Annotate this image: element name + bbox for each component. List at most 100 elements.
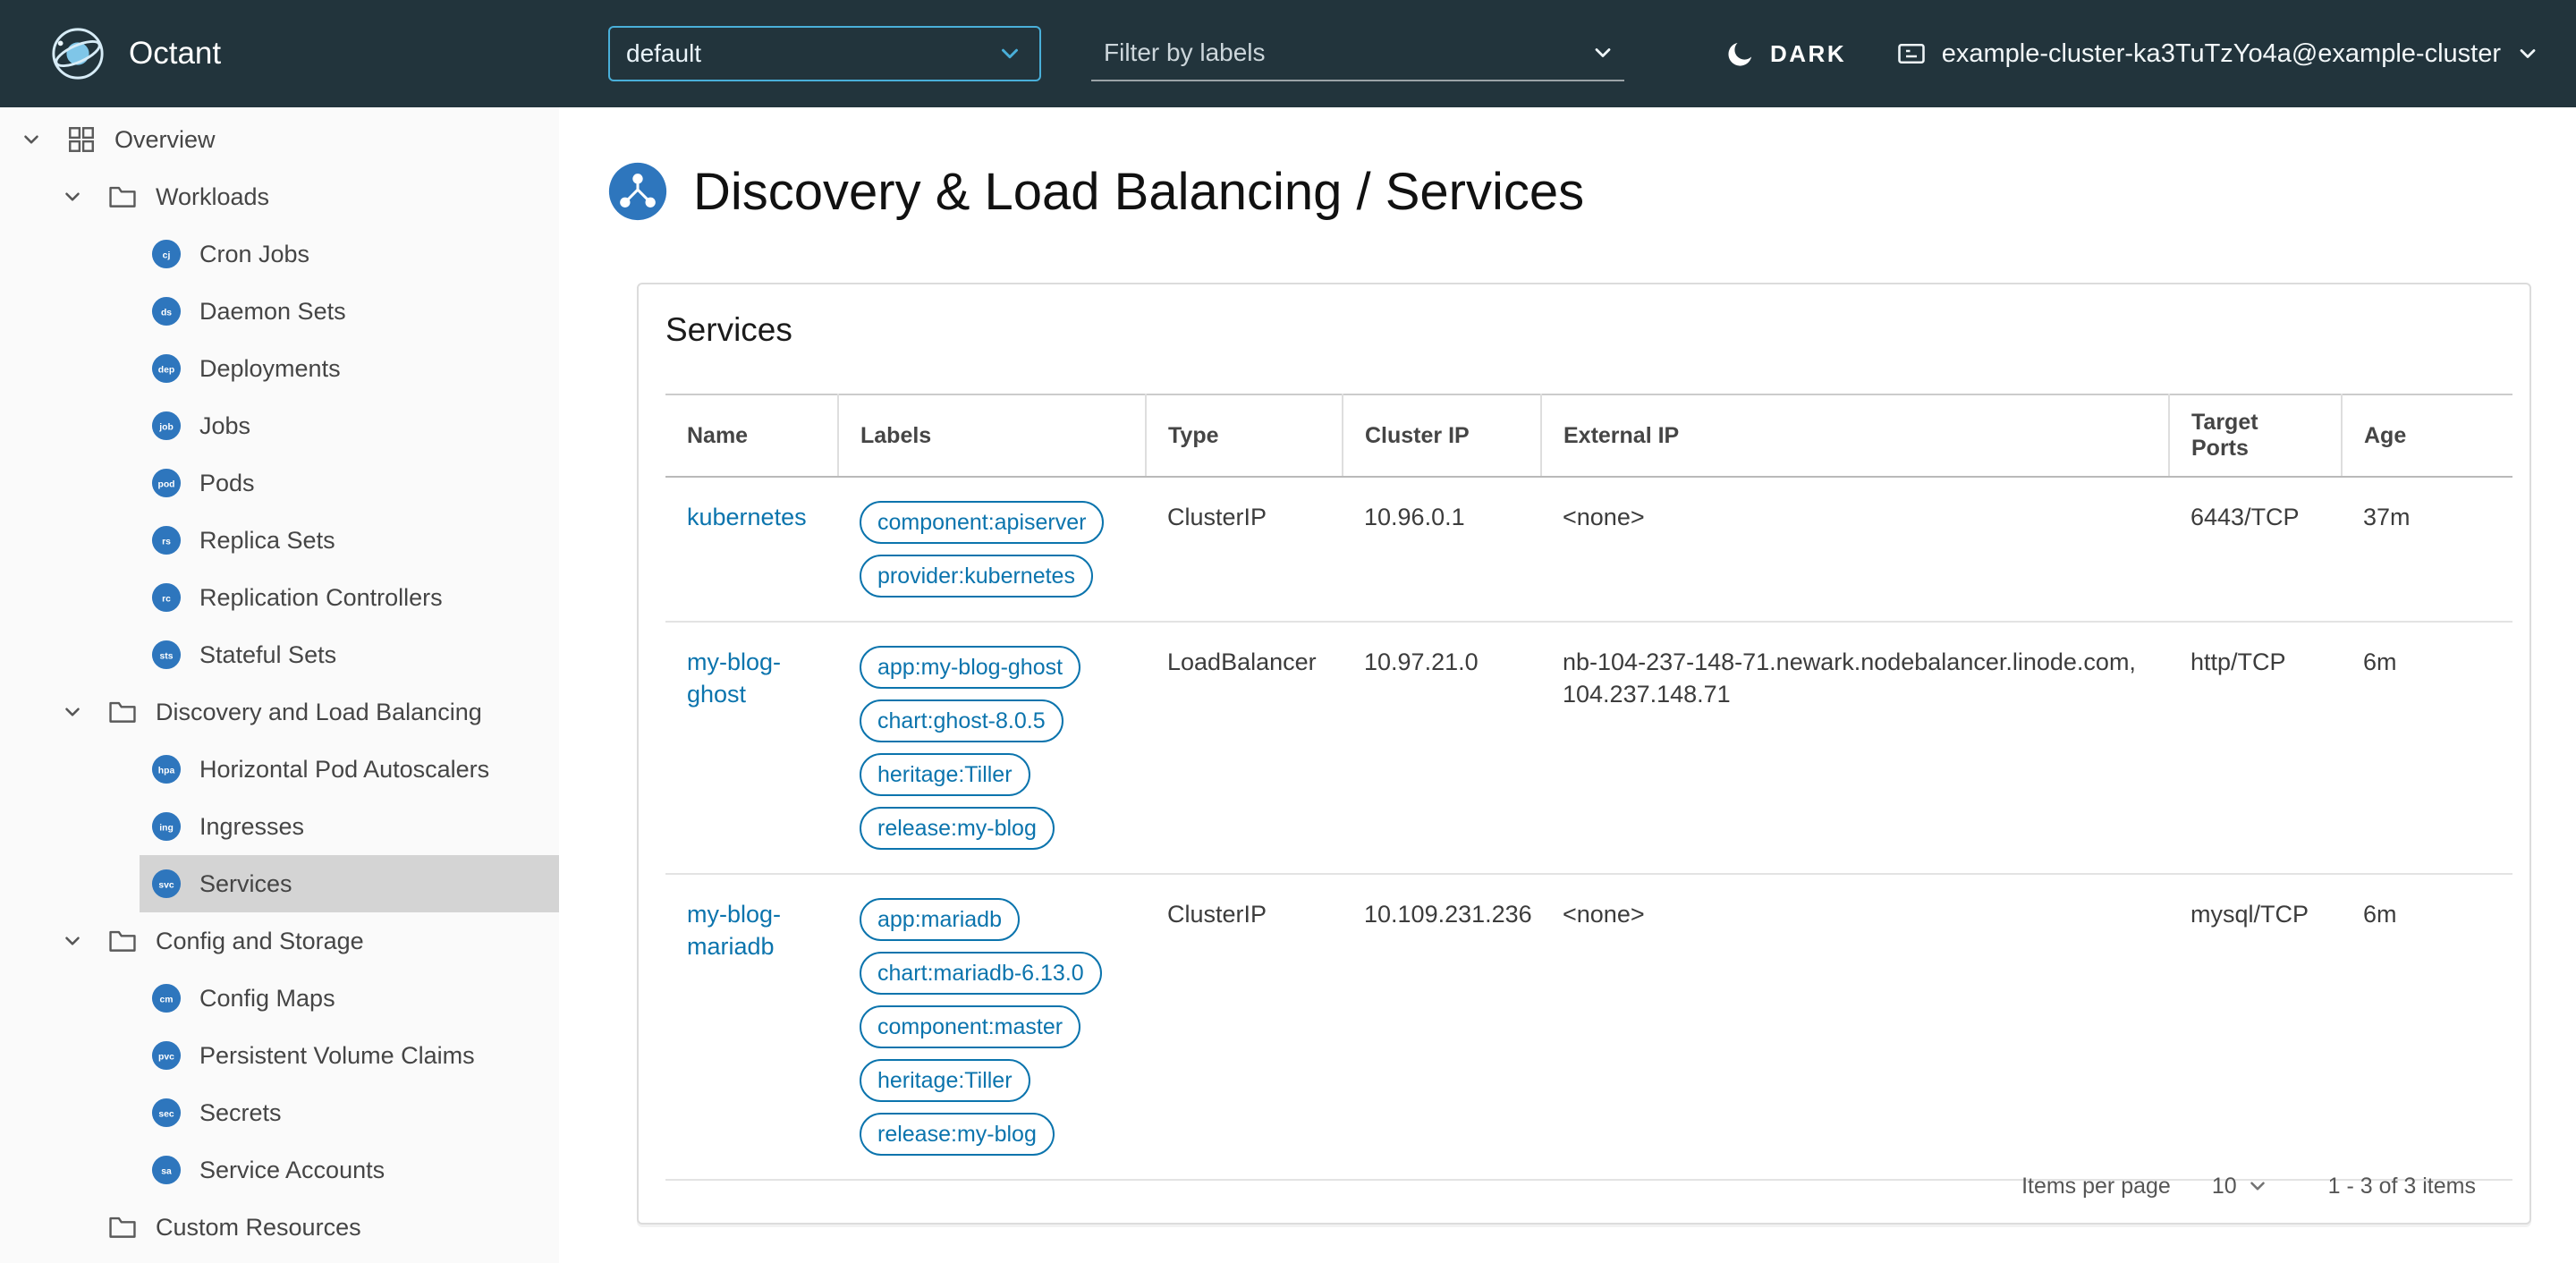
column-header-external-ip: External IP <box>1541 394 2170 478</box>
sidebar-section-label: Workloads <box>156 182 270 210</box>
dark-mode-toggle[interactable]: DARK <box>1725 0 1846 107</box>
chevron-down-icon <box>2515 41 2540 66</box>
svg-text:cj: cj <box>163 250 171 260</box>
sidebar-item-services[interactable]: svc Services <box>0 855 559 912</box>
stateful-sets-icon: sts <box>151 640 182 670</box>
brand: Octant <box>50 0 221 107</box>
sidebar-item-label: Replication Controllers <box>199 583 443 611</box>
services-icon: svc <box>151 869 182 899</box>
app-title: Octant <box>129 36 222 71</box>
sidebar-item-stateful-sets[interactable]: sts Stateful Sets <box>0 626 559 683</box>
services-table: Name Labels Type Cluster IP External IP … <box>665 394 2512 1181</box>
column-header-target-ports: Target Ports <box>2169 394 2343 478</box>
sidebar-item-label: Services <box>199 869 292 897</box>
chevron-down-icon[interactable] <box>61 185 84 208</box>
table-header-row: Name Labels Type Cluster IP External IP … <box>665 394 2512 478</box>
sidebar-item-pods[interactable]: pod Pods <box>0 454 559 512</box>
sidebar-item-label: Cron Jobs <box>199 240 310 267</box>
service-accounts-icon: sa <box>151 1155 182 1185</box>
svg-text:hpa: hpa <box>158 766 175 776</box>
label-pill[interactable]: chart:ghost-8.0.5 <box>860 699 1063 742</box>
sidebar-item-replication-controllers[interactable]: rc Replication Controllers <box>0 569 559 626</box>
sidebar-section-label: Discovery and Load Balancing <box>156 698 482 725</box>
target-ports-cell: http/TCP <box>2169 622 2342 875</box>
sidebar-item-horizontal-pod-autoscalers[interactable]: hpa Horizontal Pod Autoscalers <box>0 741 559 798</box>
label-pill[interactable]: chart:mariadb-6.13.0 <box>860 952 1102 995</box>
sidebar-section-workloads[interactable]: Workloads <box>0 168 559 225</box>
label-filter-input[interactable] <box>1104 38 1590 67</box>
label-pill[interactable]: component:master <box>860 1005 1081 1048</box>
cluster-context-selector[interactable]: example-cluster-ka3TuTzYo4a@example-clus… <box>1895 0 2540 107</box>
service-link[interactable]: my-blog-ghost <box>687 648 781 708</box>
target-ports-cell: 6443/TCP <box>2169 477 2342 623</box>
sidebar-item-label: Persistent Volume Claims <box>199 1041 475 1069</box>
dark-mode-label: DARK <box>1770 39 1847 67</box>
type-cell: ClusterIP <box>1146 874 1343 1181</box>
label-pill[interactable]: app:mariadb <box>860 898 1020 941</box>
page-header: Discovery & Load Balancing / Services <box>607 161 1584 222</box>
chevron-down-icon[interactable] <box>61 929 84 953</box>
external-ip-cell: nb-104-237-148-71.newark.nodebalancer.li… <box>1541 622 2169 875</box>
sidebar-item-ingresses[interactable]: ing Ingresses <box>0 798 559 855</box>
label-pill[interactable]: provider:kubernetes <box>860 555 1093 598</box>
services-table-wrap: Name Labels Type Cluster IP External IP … <box>665 394 2512 1181</box>
svg-text:dep: dep <box>158 365 174 375</box>
svg-text:ing: ing <box>159 823 174 833</box>
sidebar-section-config-and-storage[interactable]: Config and Storage <box>0 912 559 970</box>
sidebar: Overview Workloads cj Cron Jobs ds Daemo… <box>0 107 559 1263</box>
sidebar-item-label: Config Maps <box>199 984 335 1012</box>
items-per-page-select[interactable]: 10 <box>2212 1174 2269 1199</box>
sidebar-item-daemon-sets[interactable]: ds Daemon Sets <box>0 283 559 340</box>
chevron-down-icon[interactable] <box>1590 40 1615 65</box>
page-title: Discovery & Load Balancing / Services <box>693 162 1585 221</box>
label-pill[interactable]: release:my-blog <box>860 807 1055 850</box>
sidebar-item-label: Daemon Sets <box>199 297 346 325</box>
sidebar-item-cron-jobs[interactable]: cj Cron Jobs <box>0 225 559 283</box>
svg-text:cm: cm <box>160 995 174 1004</box>
sidebar-section-custom-resources[interactable]: Custom Resources <box>0 1199 559 1256</box>
sidebar-item-label: Pods <box>199 469 255 496</box>
type-cell: ClusterIP <box>1146 477 1343 623</box>
svg-text:job: job <box>158 422 174 432</box>
secrets-icon: sec <box>151 1098 182 1128</box>
chevron-down-icon[interactable] <box>61 700 84 724</box>
svg-text:sec: sec <box>158 1109 174 1119</box>
cron-jobs-icon: cj <box>151 239 182 269</box>
label-pill[interactable]: component:apiserver <box>860 501 1105 544</box>
namespace-select[interactable]: default <box>608 26 1041 81</box>
external-ip-cell: <none> <box>1541 477 2169 623</box>
persistent-volume-claims-icon: pvc <box>151 1040 182 1071</box>
sidebar-item-label: Overview <box>114 125 216 153</box>
sidebar-item-secrets[interactable]: sec Secrets <box>0 1084 559 1141</box>
sidebar-item-service-accounts[interactable]: sa Service Accounts <box>0 1141 559 1199</box>
sidebar-item-overview[interactable]: Overview <box>0 111 559 168</box>
service-link[interactable]: my-blog-mariadb <box>687 901 781 960</box>
sidebar-item-deployments[interactable]: dep Deployments <box>0 340 559 397</box>
sidebar-item-label: Replica Sets <box>199 526 335 554</box>
label-pill[interactable]: heritage:Tiller <box>860 753 1030 796</box>
age-cell: 6m <box>2342 874 2512 1181</box>
sidebar-item-config-maps[interactable]: cm Config Maps <box>0 970 559 1027</box>
label-pill[interactable]: app:my-blog-ghost <box>860 646 1081 689</box>
cluster-ip-cell: 10.97.21.0 <box>1343 622 1541 875</box>
folder-icon <box>107 697 138 727</box>
service-link[interactable]: kubernetes <box>687 504 807 530</box>
services-card: Services Name Labels Type Cluster IP Ext… <box>637 283 2531 1225</box>
table-row: my-blog-mariadb app:mariadb chart:mariad… <box>665 874 2512 1181</box>
sidebar-item-jobs[interactable]: job Jobs <box>0 397 559 454</box>
sidebar-item-replica-sets[interactable]: rs Replica Sets <box>0 512 559 569</box>
column-header-labels: Labels <box>838 394 1147 478</box>
svg-text:sts: sts <box>160 651 174 661</box>
chevron-down-icon[interactable] <box>20 128 43 151</box>
sidebar-section-discovery-load-balancing[interactable]: Discovery and Load Balancing <box>0 683 559 741</box>
horizontal-pod-autoscalers-icon: hpa <box>151 754 182 784</box>
svg-text:svc: svc <box>158 880 174 890</box>
sidebar-item-persistent-volume-claims[interactable]: pvc Persistent Volume Claims <box>0 1027 559 1084</box>
label-pill[interactable]: heritage:Tiller <box>860 1059 1030 1102</box>
replica-sets-icon: rs <box>151 525 182 555</box>
age-cell: 37m <box>2342 477 2512 623</box>
moon-icon <box>1725 38 1756 69</box>
sidebar-item-label: Horizontal Pod Autoscalers <box>199 755 490 783</box>
sidebar-nav: Overview Workloads cj Cron Jobs ds Daemo… <box>0 107 559 1256</box>
column-header-cluster-ip: Cluster IP <box>1343 394 1542 478</box>
